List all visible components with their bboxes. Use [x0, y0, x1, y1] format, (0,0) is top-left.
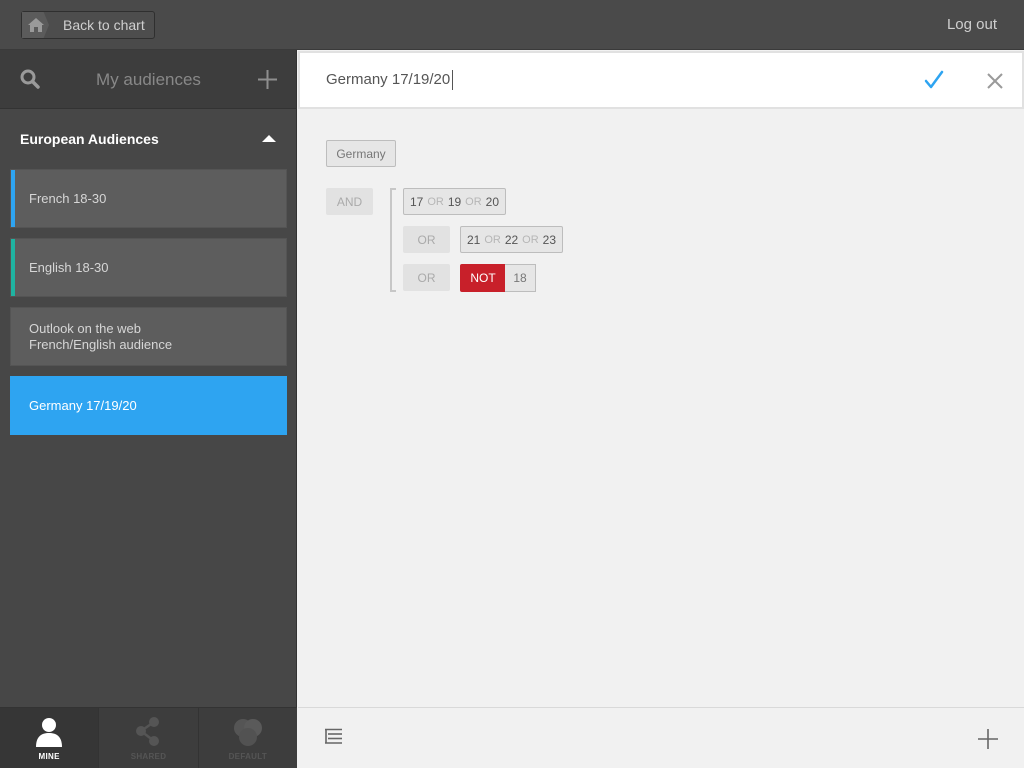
tab-label: MINE	[38, 752, 60, 761]
top-bar: Back to chart Log out	[0, 0, 1024, 50]
sidebar-tabs: MINE SHARED DEFAULT	[0, 707, 297, 768]
tab-shared[interactable]: SHARED	[99, 708, 199, 768]
audience-label-line2: French/English audience	[29, 336, 173, 352]
confirm-check-icon[interactable]	[924, 70, 944, 90]
audience-label: Germany 17/19/20	[29, 397, 137, 413]
audience-item[interactable]: English 18-30	[10, 238, 287, 297]
audience-name-input[interactable]	[326, 71, 886, 88]
add-rule-icon[interactable]	[978, 729, 998, 749]
or-operator[interactable]: OR	[403, 226, 450, 253]
group-bracket	[390, 188, 396, 292]
audience-label: Outlook on the web	[29, 320, 142, 336]
group-title: European Audiences	[20, 131, 159, 147]
tab-label: DEFAULT	[228, 752, 268, 761]
group-header[interactable]: European Audiences	[0, 109, 296, 169]
collapse-caret-icon[interactable]	[262, 135, 276, 142]
or-separator: OR	[484, 233, 501, 246]
or-operator[interactable]: OR	[403, 264, 450, 291]
back-to-chart-button[interactable]: Back to chart	[21, 11, 155, 39]
value: 17	[409, 194, 424, 209]
and-operator[interactable]: AND	[326, 188, 373, 215]
value: 20	[485, 194, 500, 209]
tab-mine[interactable]: MINE	[0, 708, 100, 768]
audience-item[interactable]: French 18-30	[10, 169, 287, 228]
value: 21	[466, 232, 481, 247]
or-separator: OR	[522, 233, 539, 246]
editor-footer	[298, 707, 1024, 768]
home-icon	[22, 12, 49, 38]
not-toggle[interactable]: NOT	[460, 264, 506, 292]
share-icon	[133, 716, 163, 753]
value: 19	[447, 194, 462, 209]
audience-label: French 18-30	[29, 190, 107, 206]
audience-name-bar	[298, 51, 1024, 109]
audience-accent-stripe	[11, 170, 15, 227]
tab-default[interactable]: DEFAULT	[199, 708, 297, 768]
sidebar: My audiences European Audiences French 1…	[0, 50, 297, 768]
value: 23	[542, 232, 557, 247]
sidebar-header: My audiences	[0, 50, 296, 109]
audience-item-selected[interactable]: Germany 17/19/20	[10, 376, 287, 435]
add-audience-icon[interactable]	[257, 69, 278, 90]
close-icon[interactable]	[986, 72, 1004, 90]
person-icon	[34, 716, 64, 753]
value: 22	[504, 232, 519, 247]
or-separator: OR	[427, 195, 444, 208]
excluded-value-chip[interactable]: 18	[505, 264, 536, 292]
circles-icon	[232, 716, 264, 753]
age-values-chip[interactable]: 21 OR 22 OR 23	[460, 226, 563, 253]
audience-item[interactable]: Outlook on the web French/English audien…	[10, 307, 287, 366]
audience-accent-stripe	[11, 239, 15, 296]
text-cursor	[452, 70, 453, 90]
audience-label: English 18-30	[29, 259, 109, 275]
tab-label: SHARED	[130, 752, 167, 761]
age-values-chip[interactable]: 17 OR 19 OR 20	[403, 188, 506, 215]
country-chip[interactable]: Germany	[326, 140, 396, 167]
list-icon[interactable]	[325, 728, 343, 744]
back-to-chart-label: Back to chart	[63, 17, 145, 33]
sidebar-title: My audiences	[96, 70, 201, 89]
or-separator: OR	[465, 195, 482, 208]
logout-link[interactable]: Log out	[947, 16, 997, 33]
